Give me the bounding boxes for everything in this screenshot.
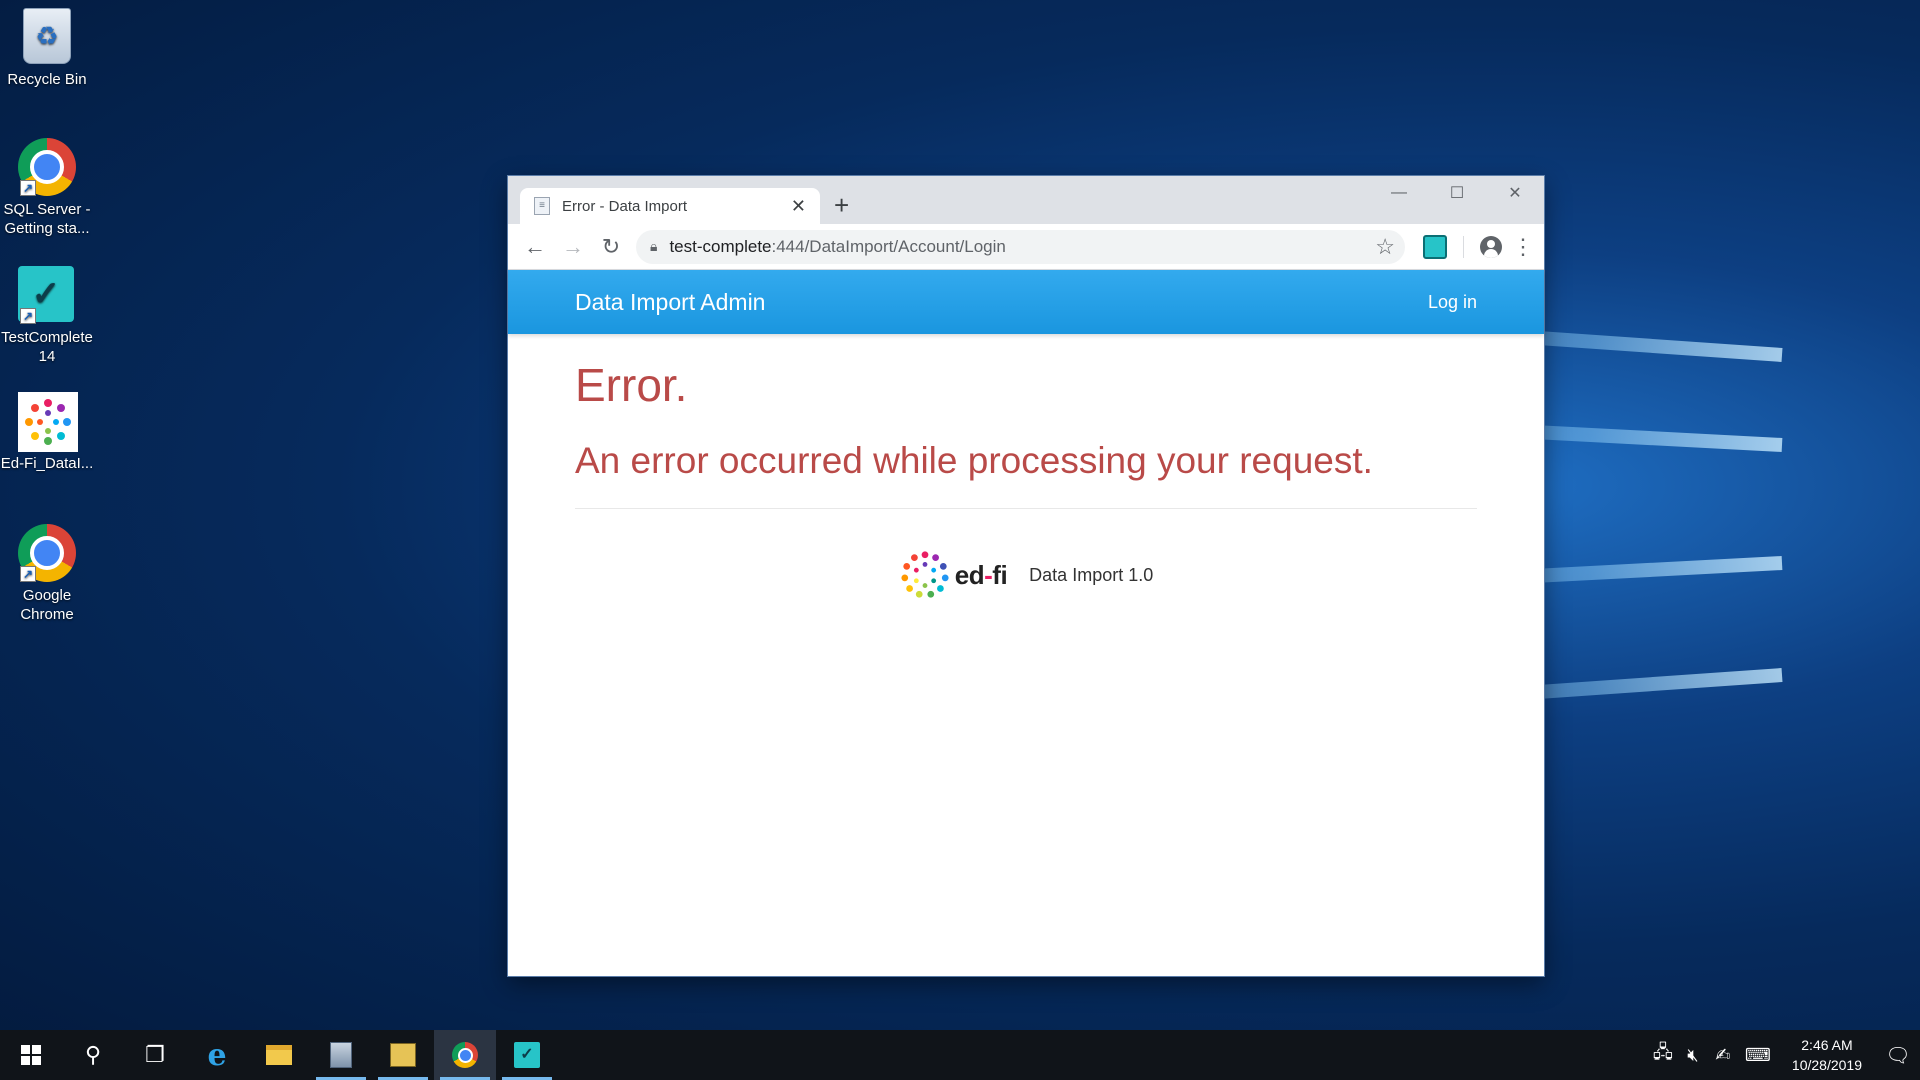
- app-version: Data Import 1.0: [1029, 564, 1154, 585]
- page-favicon-icon: ≡: [534, 197, 550, 215]
- browser-tab[interactable]: ≡ Error - Data Import ✕: [520, 188, 820, 224]
- recycle-bin-icon: ♻: [23, 8, 71, 64]
- taskbar-tools[interactable]: [372, 1030, 434, 1080]
- search-icon: ⚲: [84, 1042, 102, 1067]
- shortcut-arrow-icon: ↗: [20, 308, 36, 324]
- desktop-icon-testcomplete[interactable]: ✓ ↗ TestComplete 14: [0, 266, 94, 366]
- url-path: :444/DataImport/Account/Login: [771, 236, 1006, 256]
- app-brand-link[interactable]: Data Import Admin: [575, 289, 765, 316]
- toolbar-separator: [1463, 235, 1464, 258]
- system-tray: 🖧︎ 🔇︎ ✍︎ ⌨ 2:46 AM 10/28/2019 🗨︎: [1648, 1030, 1920, 1080]
- taskbar-chrome[interactable]: [434, 1030, 496, 1080]
- new-tab-icon[interactable]: +: [834, 190, 849, 220]
- notification-center-icon[interactable]: 🗨︎: [1876, 1043, 1920, 1068]
- taskbar-clock[interactable]: 2:46 AM 10/28/2019: [1778, 1035, 1876, 1075]
- pen-icon[interactable]: ✍︎: [1708, 1045, 1738, 1066]
- lock-icon: 🔒︎: [650, 238, 658, 254]
- forward-icon[interactable]: →: [554, 228, 592, 266]
- maximize-icon[interactable]: ☐: [1428, 176, 1486, 210]
- tab-title: Error - Data Import: [562, 197, 688, 215]
- task-view-icon: ❐: [145, 1042, 165, 1067]
- desktop-icon-recycle-bin[interactable]: ♻ Recycle Bin: [0, 8, 94, 89]
- login-link[interactable]: Log in: [1428, 292, 1477, 313]
- desktop-icon-google-chrome[interactable]: ↗ Google Chrome: [0, 524, 94, 624]
- search-button[interactable]: ⚲: [62, 1030, 124, 1080]
- taskbar-internet-explorer[interactable]: e: [186, 1030, 248, 1080]
- chrome-icon: [452, 1042, 478, 1068]
- app-navbar: Data Import Admin Log in: [508, 270, 1544, 334]
- minimize-icon[interactable]: —: [1370, 176, 1428, 210]
- page-content: Error. An error occurred while processin…: [508, 334, 1544, 601]
- taskbar-server-manager[interactable]: [310, 1030, 372, 1080]
- close-window-icon[interactable]: ✕: [1486, 176, 1544, 210]
- error-message: An error occurred while processing your …: [575, 440, 1477, 509]
- taskbar-file-explorer[interactable]: [248, 1030, 310, 1080]
- shortcut-arrow-icon: ↗: [20, 180, 36, 196]
- start-button[interactable]: [0, 1030, 62, 1080]
- taskbar: ⚲ ❐ e ✓ 🖧︎ 🔇︎ ✍︎ ⌨ 2:46 AM 10/28/2019 🗨︎: [0, 1030, 1920, 1080]
- edfi-powered-logo: ed-fi: [899, 549, 1008, 601]
- desktop-icon-sql-server[interactable]: ↗ SQL Server - Getting sta...: [0, 138, 94, 238]
- menu-kebab-icon[interactable]: ⋮: [1510, 234, 1536, 260]
- tools-icon: [390, 1043, 416, 1067]
- clock-date: 10/28/2019: [1791, 1057, 1862, 1073]
- page-footer: ed-fi Data Import 1.0: [575, 549, 1477, 601]
- desktop-icon-edfi[interactable]: Ed-Fi_DataI...: [0, 392, 94, 473]
- browser-toolbar: ← → ↻ 🔒︎ test-complete :444/DataImport/A…: [508, 224, 1544, 270]
- server-manager-icon: [330, 1042, 352, 1068]
- task-view-button[interactable]: ❐: [124, 1030, 186, 1080]
- testcomplete-icon: ✓: [514, 1042, 540, 1068]
- url-host: test-complete: [669, 236, 772, 256]
- internet-explorer-icon: e: [207, 1037, 227, 1073]
- error-title: Error.: [575, 359, 688, 411]
- taskbar-testcomplete[interactable]: ✓: [496, 1030, 558, 1080]
- folder-icon: [266, 1045, 292, 1065]
- clock-time: 2:46 AM: [1801, 1037, 1853, 1053]
- testcomplete-extension-icon[interactable]: [1423, 234, 1447, 259]
- edfi-logo-icon: [18, 392, 78, 452]
- reload-icon[interactable]: ↻: [592, 228, 630, 266]
- shortcut-arrow-icon: ↗: [20, 566, 36, 582]
- profile-avatar-icon[interactable]: [1480, 235, 1502, 258]
- edfi-burst-icon: [901, 551, 949, 598]
- windows-start-icon: [21, 1045, 41, 1065]
- network-icon[interactable]: 🖧︎: [1648, 1040, 1678, 1070]
- browser-titlebar: ≡ Error - Data Import ✕ + — ☐ ✕: [508, 176, 1544, 224]
- keyboard-icon[interactable]: ⌨: [1738, 1045, 1778, 1066]
- window-controls: — ☐ ✕: [1370, 176, 1544, 210]
- volume-muted-icon[interactable]: 🔇︎: [1678, 1045, 1708, 1066]
- bookmark-star-icon[interactable]: ☆: [1375, 234, 1395, 260]
- tab-close-icon[interactable]: ✕: [791, 196, 806, 217]
- browser-window: ≡ Error - Data Import ✕ + — ☐ ✕ ← → ↻ 🔒︎…: [508, 176, 1544, 976]
- address-bar[interactable]: 🔒︎ test-complete :444/DataImport/Account…: [636, 229, 1405, 264]
- edfi-wordmark: ed-fi: [954, 559, 1008, 590]
- back-icon[interactable]: ←: [516, 228, 554, 266]
